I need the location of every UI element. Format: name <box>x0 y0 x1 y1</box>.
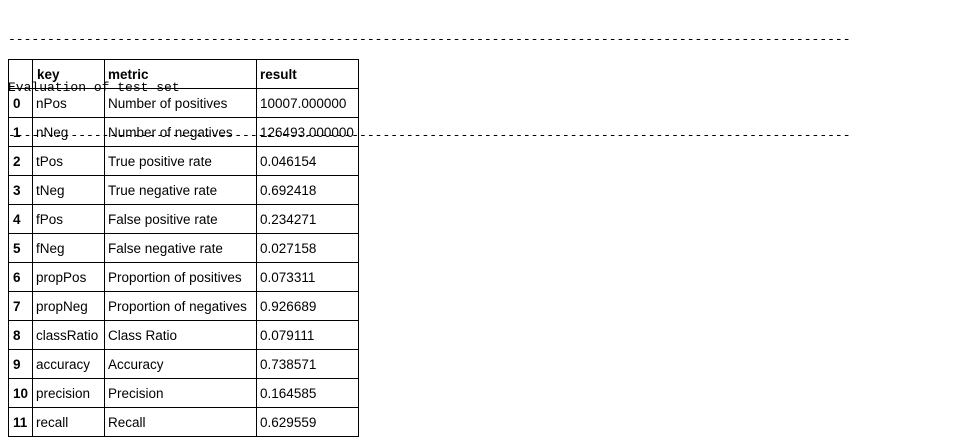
cell-result: 0.046154 <box>256 146 360 176</box>
cell-key: precision <box>32 378 106 408</box>
cell-metric: False positive rate <box>104 204 258 234</box>
column-header-metric: metric <box>104 59 258 89</box>
cell-result: 0.079111 <box>256 320 360 350</box>
cell-result: 0.926689 <box>256 291 360 321</box>
row-index: 10 <box>7 378 34 408</box>
cell-key: fNeg <box>32 233 106 263</box>
table-row: 5 fNeg False negative rate 0.027158 <box>7 233 360 263</box>
table-body: 0 nPos Number of positives 10007.000000 … <box>7 88 360 437</box>
cell-metric: Proportion of negatives <box>104 291 258 321</box>
cell-key: nNeg <box>32 117 106 147</box>
cell-result: 0.629559 <box>256 407 360 437</box>
row-index: 2 <box>7 146 34 176</box>
row-index: 0 <box>7 88 34 118</box>
cell-result: 0.073311 <box>256 262 360 292</box>
table-row: 6 propPos Proportion of positives 0.0733… <box>7 262 360 292</box>
row-index: 11 <box>7 407 34 437</box>
cell-key: tNeg <box>32 175 106 205</box>
cell-metric: True negative rate <box>104 175 258 205</box>
table-header: key metric result <box>7 59 360 89</box>
cell-key: recall <box>32 407 106 437</box>
cell-key: tPos <box>32 146 106 176</box>
cell-metric: Class Ratio <box>104 320 258 350</box>
cell-metric: Number of positives <box>104 88 258 118</box>
column-header-key: key <box>32 59 106 89</box>
column-header-result: result <box>256 59 360 89</box>
table-row: 9 accuracy Accuracy 0.738571 <box>7 349 360 379</box>
cell-metric: Precision <box>104 378 258 408</box>
cell-result: 0.234271 <box>256 204 360 234</box>
cell-key: propPos <box>32 262 106 292</box>
cell-result: 0.738571 <box>256 349 360 379</box>
row-index: 1 <box>7 117 34 147</box>
header-row: key metric result <box>7 59 360 89</box>
cell-result: 0.164585 <box>256 378 360 408</box>
cell-metric: Accuracy <box>104 349 258 379</box>
column-header-index <box>7 59 34 89</box>
table-row: 10 precision Precision 0.164585 <box>7 378 360 408</box>
separator-line-top: ----------------------------------------… <box>8 32 851 47</box>
cell-metric: Proportion of positives <box>104 262 258 292</box>
table-row: 8 classRatio Class Ratio 0.079111 <box>7 320 360 350</box>
table-row: 3 tNeg True negative rate 0.692418 <box>7 175 360 205</box>
row-index: 5 <box>7 233 34 263</box>
cell-key: fPos <box>32 204 106 234</box>
table-row: 7 propNeg Proportion of negatives 0.9266… <box>7 291 360 321</box>
cell-key: accuracy <box>32 349 106 379</box>
results-table: key metric result 0 nPos Number of posit… <box>7 59 360 437</box>
row-index: 9 <box>7 349 34 379</box>
cell-metric: False negative rate <box>104 233 258 263</box>
cell-result: 126493.000000 <box>256 117 360 147</box>
table-row: 0 nPos Number of positives 10007.000000 <box>7 88 360 118</box>
row-index: 4 <box>7 204 34 234</box>
cell-key: classRatio <box>32 320 106 350</box>
table-row: 11 recall Recall 0.629559 <box>7 407 360 437</box>
cell-result: 10007.000000 <box>256 88 360 118</box>
table-row: 1 nNeg Number of negatives 126493.000000 <box>7 117 360 147</box>
cell-metric: Number of negatives <box>104 117 258 147</box>
row-index: 8 <box>7 320 34 350</box>
cell-key: propNeg <box>32 291 106 321</box>
cell-result: 0.027158 <box>256 233 360 263</box>
table-row: 4 fPos False positive rate 0.234271 <box>7 204 360 234</box>
cell-key: nPos <box>32 88 106 118</box>
row-index: 7 <box>7 291 34 321</box>
cell-metric: Recall <box>104 407 258 437</box>
row-index: 6 <box>7 262 34 292</box>
cell-metric: True positive rate <box>104 146 258 176</box>
cell-result: 0.692418 <box>256 175 360 205</box>
table-row: 2 tPos True positive rate 0.046154 <box>7 146 360 176</box>
row-index: 3 <box>7 175 34 205</box>
